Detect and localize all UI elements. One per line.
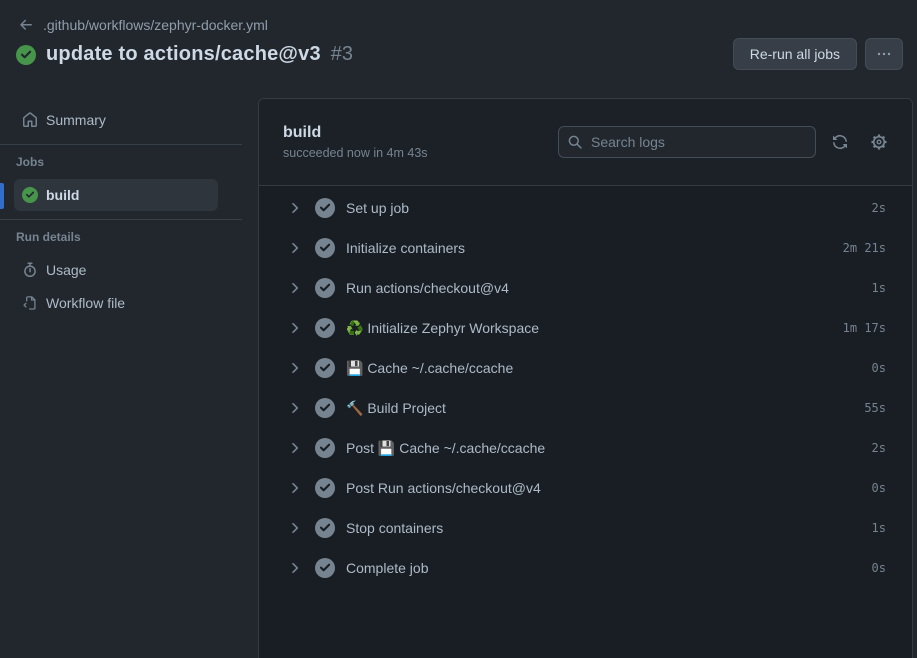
- step-success-icon: [315, 398, 335, 418]
- step-success-icon: [315, 318, 335, 338]
- step-name: 🔨 Build Project: [346, 400, 446, 417]
- back-arrow-icon[interactable]: [18, 17, 34, 33]
- step-row[interactable]: Stop containers 1s: [259, 508, 912, 548]
- run-status-success-icon: [16, 45, 36, 65]
- step-row[interactable]: Complete job 0s: [259, 548, 912, 588]
- step-duration: 2m 21s: [831, 241, 886, 255]
- job-success-icon: [22, 187, 38, 203]
- step-name: Complete job: [346, 560, 429, 576]
- sidebar-item-label: Summary: [46, 112, 106, 128]
- main-content: Summary Jobs build Run details: [0, 98, 917, 658]
- rerun-all-jobs-button[interactable]: Re-run all jobs: [733, 38, 857, 70]
- step-success-icon: [315, 558, 335, 578]
- run-details-section-label: Run details: [0, 230, 258, 244]
- sidebar-item-label: build: [46, 187, 79, 203]
- step-row[interactable]: Run actions/checkout@v4 1s: [259, 268, 912, 308]
- run-title: update to actions/cache@v3: [46, 43, 321, 66]
- chevron-right-icon[interactable]: [287, 400, 303, 416]
- steps-list: Set up job 2s Initialize containers 2m 2…: [259, 186, 912, 658]
- step-duration: 0s: [860, 361, 886, 375]
- run-header: .github/workflows/zephyr-docker.yml upda…: [0, 0, 917, 98]
- job-title: build: [283, 124, 428, 142]
- step-row[interactable]: Post Run actions/checkout@v4 0s: [259, 468, 912, 508]
- step-row[interactable]: Set up job 2s: [259, 188, 912, 228]
- refresh-logs-button[interactable]: [832, 134, 848, 150]
- step-duration: 1s: [860, 281, 886, 295]
- sidebar-divider: [0, 219, 242, 220]
- job-log-header: build succeeded now in 4m 43s: [259, 99, 912, 186]
- sidebar-divider: [0, 144, 242, 145]
- breadcrumb[interactable]: .github/workflows/zephyr-docker.yml: [18, 17, 901, 33]
- step-success-icon: [315, 478, 335, 498]
- home-icon: [22, 112, 38, 128]
- stopwatch-icon: [22, 262, 38, 278]
- step-row[interactable]: Post 💾 Cache ~/.cache/ccache 2s: [259, 428, 912, 468]
- step-name: Run actions/checkout@v4: [346, 280, 509, 296]
- step-duration: 2s: [860, 441, 886, 455]
- breadcrumb-path[interactable]: .github/workflows/zephyr-docker.yml: [43, 17, 268, 33]
- sidebar-item-workflow-file[interactable]: Workflow file: [14, 287, 218, 319]
- workflow-run-page: .github/workflows/zephyr-docker.yml upda…: [0, 0, 917, 658]
- step-success-icon: [315, 278, 335, 298]
- chevron-right-icon[interactable]: [287, 480, 303, 496]
- step-duration: 1s: [860, 521, 886, 535]
- search-logs: [558, 126, 816, 158]
- job-status-text: succeeded now in 4m 43s: [283, 146, 428, 160]
- step-name: Post 💾 Cache ~/.cache/ccache: [346, 440, 545, 457]
- kebab-icon: [876, 46, 892, 62]
- step-success-icon: [315, 198, 335, 218]
- step-name: Initialize containers: [346, 240, 465, 256]
- step-duration: 0s: [860, 481, 886, 495]
- sidebar: Summary Jobs build Run details: [0, 98, 258, 658]
- step-success-icon: [315, 358, 335, 378]
- chevron-right-icon[interactable]: [287, 240, 303, 256]
- step-duration: 55s: [852, 401, 886, 415]
- chevron-right-icon[interactable]: [287, 320, 303, 336]
- sync-icon: [832, 134, 848, 150]
- job-title-block: build succeeded now in 4m 43s: [283, 124, 428, 160]
- sidebar-item-label: Workflow file: [46, 295, 125, 311]
- step-row[interactable]: ♻️ Initialize Zephyr Workspace 1m 17s: [259, 308, 912, 348]
- gear-icon: [870, 133, 888, 151]
- step-duration: 2s: [860, 201, 886, 215]
- step-name: Set up job: [346, 200, 409, 216]
- header-actions: Re-run all jobs: [733, 38, 903, 70]
- step-success-icon: [315, 238, 335, 258]
- job-item-wrap: build: [0, 179, 258, 211]
- step-name: Post Run actions/checkout@v4: [346, 480, 541, 496]
- log-settings-button[interactable]: [870, 133, 888, 151]
- step-row[interactable]: 💾 Cache ~/.cache/ccache 0s: [259, 348, 912, 388]
- chevron-right-icon[interactable]: [287, 520, 303, 536]
- more-options-button[interactable]: [865, 38, 903, 70]
- step-duration: 0s: [860, 561, 886, 575]
- step-row[interactable]: Initialize containers 2m 21s: [259, 228, 912, 268]
- step-name: Stop containers: [346, 520, 443, 536]
- chevron-right-icon[interactable]: [287, 440, 303, 456]
- sidebar-item-label: Usage: [46, 262, 86, 278]
- step-duration: 1m 17s: [831, 321, 886, 335]
- jobs-section-label: Jobs: [0, 155, 258, 169]
- chevron-right-icon[interactable]: [287, 200, 303, 216]
- job-log-panel: build succeeded now in 4m 43s: [258, 98, 913, 658]
- step-name: 💾 Cache ~/.cache/ccache: [346, 360, 513, 377]
- selected-accent-bar: [0, 183, 4, 209]
- chevron-right-icon[interactable]: [287, 360, 303, 376]
- chevron-right-icon[interactable]: [287, 560, 303, 576]
- step-name: ♻️ Initialize Zephyr Workspace: [346, 320, 539, 337]
- search-logs-input[interactable]: [558, 126, 816, 158]
- sidebar-item-build-job[interactable]: build: [14, 179, 218, 211]
- sidebar-item-summary[interactable]: Summary: [14, 104, 218, 136]
- sidebar-item-usage[interactable]: Usage: [14, 254, 218, 286]
- step-success-icon: [315, 518, 335, 538]
- run-number: #3: [331, 43, 353, 66]
- file-code-icon: [22, 295, 38, 311]
- chevron-right-icon[interactable]: [287, 280, 303, 296]
- step-success-icon: [315, 438, 335, 458]
- step-row[interactable]: 🔨 Build Project 55s: [259, 388, 912, 428]
